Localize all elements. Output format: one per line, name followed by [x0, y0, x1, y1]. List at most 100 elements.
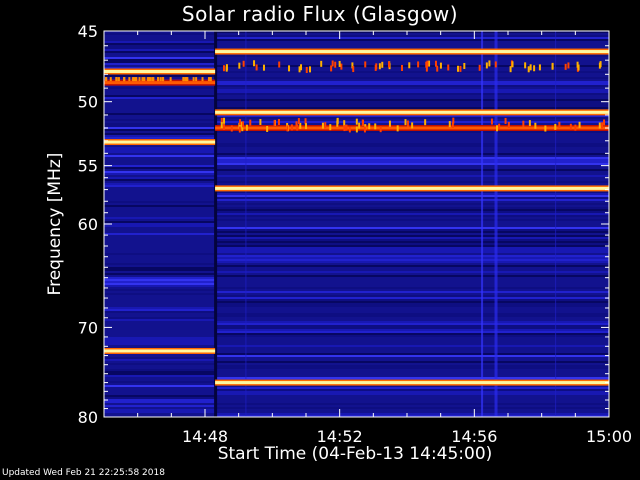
- noise-stripe: [215, 229, 609, 231]
- time-column: [245, 31, 247, 417]
- speckle-mark: [209, 77, 212, 82]
- speckle-mark: [207, 77, 210, 82]
- noise-stripe: [104, 133, 216, 135]
- noise-stripe: [215, 331, 609, 333]
- noise-stripe: [104, 49, 216, 51]
- speckle-mark: [309, 66, 312, 73]
- speckle-mark: [490, 118, 493, 125]
- speckle-mark: [338, 60, 341, 67]
- noise-stripe: [215, 345, 609, 347]
- noise-stripe: [215, 271, 609, 273]
- speckle-mark: [273, 120, 276, 127]
- speckle-mark: [374, 123, 377, 130]
- speckle-mark: [603, 119, 606, 126]
- speckle-mark: [288, 65, 291, 72]
- noise-stripe: [215, 197, 609, 199]
- speckle-mark: [388, 61, 391, 68]
- speckle-mark: [162, 77, 165, 82]
- noise-stripe: [215, 407, 609, 409]
- speckle-mark: [223, 65, 226, 72]
- noise-stripe: [215, 219, 609, 221]
- y-tick-label: 70: [78, 318, 98, 337]
- noise-stripe: [215, 257, 609, 259]
- speckle-mark: [463, 62, 466, 69]
- speckle-mark: [554, 123, 557, 130]
- noise-stripe: [104, 41, 216, 43]
- y-tick-label: 80: [78, 408, 98, 427]
- speckle-mark: [417, 61, 420, 68]
- noise-stripe: [104, 401, 216, 403]
- speckle-mark: [156, 77, 159, 82]
- noise-stripe: [215, 327, 609, 329]
- noise-stripe: [215, 175, 609, 177]
- noise-stripe: [104, 165, 216, 167]
- time-column: [555, 31, 557, 417]
- noise-stripe: [104, 125, 216, 127]
- y-tick-label: 60: [78, 215, 98, 234]
- noise-stripe: [215, 335, 609, 337]
- noise-stripe: [215, 353, 609, 355]
- speckle-mark: [297, 118, 300, 125]
- noise-stripe: [215, 291, 609, 293]
- noise-stripe: [215, 235, 609, 237]
- noise-stripe: [215, 39, 609, 41]
- speckle-mark: [363, 126, 366, 133]
- speckle-mark: [411, 122, 414, 129]
- speckle-mark: [305, 66, 308, 73]
- noise-stripe: [215, 249, 609, 251]
- speckle-mark: [364, 61, 367, 68]
- speckle-mark: [485, 62, 488, 69]
- noise-stripe: [104, 273, 216, 275]
- x-axis-label: Start Time (04-Feb-13 14:45:00): [217, 444, 493, 464]
- noise-stripe: [215, 211, 609, 213]
- speckle-mark: [400, 64, 403, 71]
- noise-stripe: [215, 305, 609, 307]
- speckle-mark: [558, 121, 561, 128]
- speckle-mark: [538, 64, 541, 71]
- speckle-mark: [533, 65, 536, 72]
- speckle-mark: [278, 61, 281, 68]
- speckle-mark: [324, 122, 327, 129]
- noise-stripe: [215, 193, 609, 195]
- noise-stripe: [104, 135, 216, 137]
- noise-stripe: [215, 365, 609, 367]
- noise-stripe: [104, 47, 216, 49]
- noise-stripe: [104, 285, 216, 287]
- speckle-mark: [201, 77, 204, 82]
- noise-stripe: [104, 373, 216, 375]
- noise-stripe: [104, 217, 216, 219]
- noise-stripe: [215, 203, 609, 205]
- rfi-band: [215, 110, 609, 114]
- rfi-band: [104, 349, 216, 353]
- speckle-mark: [578, 121, 581, 128]
- noise-stripe: [104, 171, 216, 173]
- noise-stripe: [104, 399, 216, 401]
- noise-stripe: [215, 81, 609, 83]
- speckle-mark: [379, 126, 382, 133]
- speckle-mark: [452, 117, 455, 124]
- spectrogram-figure: Solar radio Flux (Glasgow) 45 50 55 60 70 80 1…: [0, 0, 640, 480]
- noise-stripe: [104, 409, 216, 411]
- speckle-mark: [109, 77, 112, 82]
- noise-stripe: [215, 243, 609, 245]
- speckle-mark: [551, 62, 554, 69]
- noise-stripe: [215, 71, 609, 73]
- noise-stripe: [104, 147, 216, 149]
- noise-stripe: [104, 359, 216, 361]
- speckle-mark: [358, 122, 361, 129]
- noise-stripe: [104, 45, 216, 47]
- speckle-mark: [184, 77, 187, 82]
- noise-stripe: [215, 91, 609, 93]
- noise-stripe: [104, 385, 216, 387]
- noise-stripe: [215, 239, 609, 241]
- noise-stripe: [104, 97, 216, 99]
- y-tick-label: 55: [78, 157, 98, 176]
- speckle-mark: [241, 121, 244, 128]
- noise-stripe: [215, 393, 609, 395]
- speckle-mark: [574, 124, 577, 131]
- noise-stripe: [215, 255, 609, 257]
- speckle-mark: [528, 120, 531, 127]
- speckle-mark: [529, 64, 532, 71]
- speckle-mark: [576, 61, 579, 68]
- noise-stripe: [104, 151, 216, 153]
